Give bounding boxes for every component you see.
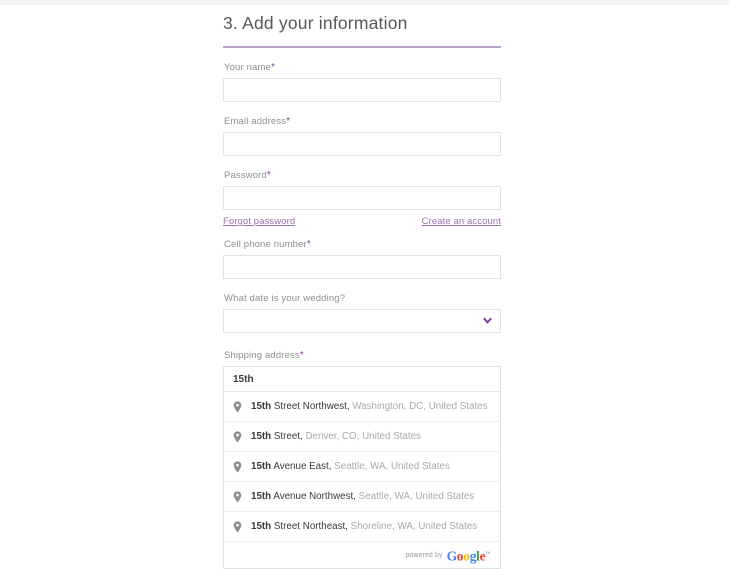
autocomplete-suggestion-item[interactable]: 15th Street, Denver, CO, United States bbox=[224, 422, 500, 452]
required-asterisk: * bbox=[270, 62, 275, 73]
cell-phone-label-text: Cell phone number bbox=[224, 239, 307, 250]
password-input[interactable] bbox=[223, 186, 501, 210]
required-asterisk: * bbox=[306, 239, 311, 250]
suggestion-main: 15th Avenue East, bbox=[251, 460, 332, 472]
map-pin-icon bbox=[233, 460, 242, 473]
required-asterisk: * bbox=[299, 350, 304, 361]
shipping-address-input[interactable] bbox=[224, 367, 500, 392]
field-cell-phone-number: Cell phone number* bbox=[223, 239, 501, 279]
suggestion-text: 15th Street, Denver, CO, United States bbox=[251, 431, 421, 443]
map-pin-icon bbox=[233, 430, 242, 443]
required-asterisk: * bbox=[266, 170, 271, 181]
title-underline-rule bbox=[223, 46, 501, 48]
information-form: 3. Add your information Your name* Email… bbox=[223, 12, 501, 569]
auth-links-row: Forgot password Create an account bbox=[223, 216, 501, 227]
address-autocomplete: 15th Street Northwest, Washington, DC, U… bbox=[223, 366, 501, 569]
autocomplete-suggestion-item[interactable]: 15th Street Northwest, Washington, DC, U… bbox=[224, 392, 500, 422]
map-pin-icon bbox=[233, 520, 242, 533]
chevron-down-icon bbox=[483, 317, 492, 324]
your-name-input[interactable] bbox=[223, 78, 501, 102]
email-address-label-text: Email address bbox=[224, 116, 287, 127]
suggestion-match: 15th bbox=[251, 430, 272, 442]
cell-phone-label: Cell phone number* bbox=[224, 239, 501, 251]
field-password: Password* bbox=[223, 170, 501, 210]
cell-phone-input[interactable] bbox=[223, 255, 501, 279]
suggestion-match: 15th bbox=[251, 520, 272, 532]
autocomplete-attribution: powered by Google™ bbox=[224, 542, 500, 568]
field-wedding-date: What date is your wedding? bbox=[223, 293, 501, 333]
forgot-password-link[interactable]: Forgot password bbox=[223, 216, 295, 227]
powered-by-label: powered by bbox=[405, 551, 443, 559]
page-body: 3. Add your information Your name* Email… bbox=[0, 5, 729, 569]
suggestion-match: 15th bbox=[251, 400, 272, 412]
suggestion-sub: Washington, DC, United States bbox=[349, 400, 488, 412]
field-shipping-address: Shipping address* 15th Street Northwest,… bbox=[223, 350, 501, 569]
wedding-date-select[interactable] bbox=[223, 309, 501, 333]
email-address-input[interactable] bbox=[223, 132, 501, 156]
suggestion-main: 15th Street Northeast, bbox=[251, 520, 348, 532]
suggestion-main: 15th Street, bbox=[251, 430, 303, 442]
suggestion-sub: Shoreline, WA, United States bbox=[347, 520, 478, 532]
page-title: 3. Add your information bbox=[223, 13, 408, 33]
autocomplete-suggestion-item[interactable]: 15th Avenue Northwest, Seattle, WA, Unit… bbox=[224, 482, 500, 512]
trademark-symbol: ™ bbox=[485, 551, 490, 557]
email-address-label: Email address* bbox=[224, 116, 501, 128]
your-name-label-text: Your name bbox=[224, 62, 271, 73]
suggestion-text: 15th Street Northwest, Washington, DC, U… bbox=[251, 401, 488, 413]
map-pin-icon bbox=[233, 400, 242, 413]
autocomplete-suggestion-item[interactable]: 15th Avenue East, Seattle, WA, United St… bbox=[224, 452, 500, 482]
wedding-date-label: What date is your wedding? bbox=[224, 293, 346, 304]
shipping-address-label: Shipping address* bbox=[224, 350, 501, 362]
create-an-account-link[interactable]: Create an account bbox=[422, 216, 501, 227]
field-your-name: Your name* bbox=[223, 62, 501, 102]
password-label-text: Password bbox=[224, 170, 267, 181]
your-name-label: Your name* bbox=[224, 62, 501, 74]
autocomplete-suggestion-list: 15th Street Northwest, Washington, DC, U… bbox=[224, 392, 500, 542]
suggestion-text: 15th Street Northeast, Shoreline, WA, Un… bbox=[251, 521, 477, 533]
suggestion-main: 15th Street Northwest, bbox=[251, 400, 350, 412]
field-email-address: Email address* bbox=[223, 116, 501, 156]
form-spacer bbox=[223, 333, 501, 350]
shipping-address-label-text: Shipping address bbox=[224, 350, 300, 361]
map-pin-icon bbox=[233, 490, 242, 503]
wedding-date-select-box[interactable] bbox=[223, 309, 501, 333]
autocomplete-suggestion-item[interactable]: 15th Street Northeast, Shoreline, WA, Un… bbox=[224, 512, 500, 542]
suggestion-sub: Denver, CO, United States bbox=[302, 430, 421, 442]
password-label: Password* bbox=[224, 170, 501, 182]
suggestion-sub: Seattle, WA, United States bbox=[355, 490, 475, 502]
suggestion-text: 15th Avenue East, Seattle, WA, United St… bbox=[251, 461, 450, 473]
suggestion-sub: Seattle, WA, United States bbox=[331, 460, 450, 472]
suggestion-main: 15th Avenue Northwest, bbox=[251, 490, 356, 502]
suggestion-match: 15th bbox=[251, 460, 272, 472]
suggestion-match: 15th bbox=[251, 490, 272, 502]
required-asterisk: * bbox=[286, 116, 291, 127]
suggestion-text: 15th Avenue Northwest, Seattle, WA, Unit… bbox=[251, 491, 474, 503]
google-logo-letter: G bbox=[446, 548, 458, 564]
